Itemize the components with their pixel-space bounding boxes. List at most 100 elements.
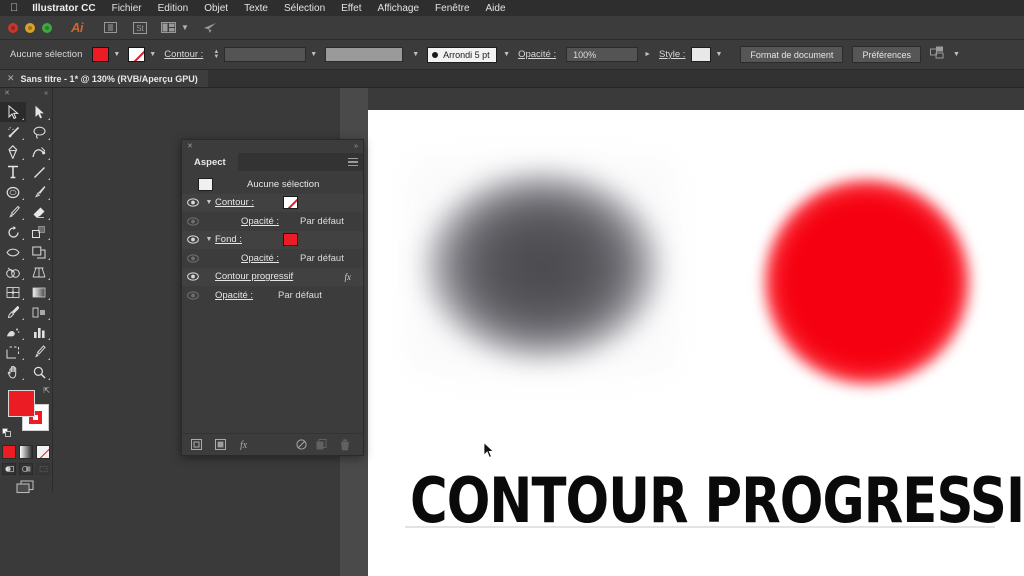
feathered-rectangle-shape[interactable] (405, 155, 680, 377)
symbol-sprayer-tool[interactable] (0, 322, 26, 342)
opacity-options-arrow-icon[interactable]: ► (644, 51, 651, 58)
chevron-down-icon[interactable]: ▼ (149, 51, 156, 58)
appearance-row-feather-effect[interactable]: Contour progressif fx (182, 267, 363, 286)
appearance-row-label[interactable]: Opacité : (241, 253, 279, 264)
window-close-button[interactable] (8, 22, 18, 33)
color-fill-button[interactable] (2, 445, 16, 459)
stroke-profile-field[interactable] (325, 47, 404, 62)
stroke-weight-label[interactable]: Contour : (164, 49, 203, 60)
type-tool[interactable] (0, 162, 26, 182)
chevron-down-icon[interactable]: ▼ (310, 51, 317, 58)
default-fill-stroke-icon[interactable] (2, 428, 11, 437)
draw-inside-button[interactable] (36, 463, 50, 475)
close-icon[interactable]: ✕ (187, 143, 193, 150)
menu-item-texte[interactable]: Texte (244, 3, 268, 14)
eyedropper-tool[interactable] (0, 302, 26, 322)
visibility-eye-icon[interactable] (182, 272, 203, 281)
appearance-row-label[interactable]: Contour progressif (215, 271, 293, 282)
appearance-row-label[interactable]: Contour : (215, 197, 254, 208)
headline-text[interactable]: CONTOUR PROGRESSIF (410, 470, 1024, 532)
add-new-effect-icon[interactable]: fx (239, 439, 252, 450)
rotate-tool[interactable] (0, 222, 26, 242)
stock-icon[interactable]: St (132, 21, 147, 34)
menu-item-effet[interactable]: Effet (341, 3, 361, 14)
duplicate-item-icon[interactable] (316, 439, 327, 450)
appearance-row-label[interactable]: Opacité : (215, 290, 253, 301)
preferences-button[interactable]: Préférences (852, 46, 921, 63)
ellipse-tool[interactable] (0, 182, 26, 202)
double-chevron-icon[interactable]: » (354, 143, 358, 150)
perspective-grid-tool[interactable] (26, 262, 52, 282)
draw-normal-button[interactable] (2, 463, 16, 475)
menu-item-edition[interactable]: Edition (158, 3, 189, 14)
menu-item-objet[interactable]: Objet (204, 3, 228, 14)
feathered-circle-shape[interactable] (765, 180, 969, 384)
panel-menu-icon[interactable] (348, 157, 358, 167)
shape-builder-tool[interactable] (0, 262, 26, 282)
artboard-canvas[interactable]: CONTOUR PROGRESSIF (368, 110, 1024, 576)
clear-appearance-icon[interactable] (296, 439, 307, 450)
stroke-color-swatch[interactable] (283, 196, 298, 210)
brush-definition-field[interactable]: Arrondi 5 pt (427, 46, 498, 63)
chevron-down-icon[interactable]: ▼ (203, 236, 215, 243)
blend-tool[interactable] (26, 302, 52, 322)
document-tab[interactable]: ✕ Sans titre - 1* @ 130% (RVB/Aperçu GPU… (0, 70, 208, 87)
menu-item-affichage[interactable]: Affichage (378, 3, 420, 14)
chevron-down-icon[interactable]: ▼ (715, 51, 722, 58)
slice-tool[interactable] (26, 342, 52, 362)
free-transform-tool[interactable] (26, 242, 52, 262)
scale-tool[interactable] (26, 222, 52, 242)
mesh-tool[interactable] (0, 282, 26, 302)
visibility-eye-icon[interactable] (182, 198, 203, 207)
visibility-eye-icon[interactable] (182, 235, 203, 244)
curvature-tool[interactable] (26, 142, 52, 162)
visibility-eye-icon[interactable] (182, 254, 203, 263)
close-icon[interactable]: ✕ (4, 90, 10, 97)
chevron-down-icon[interactable]: ▼ (412, 51, 419, 58)
draw-behind-button[interactable] (19, 463, 33, 475)
appearance-row-fill-opacity[interactable]: Opacité : Par défaut (182, 249, 363, 268)
menu-item-fenetre[interactable]: Fenêtre (435, 3, 469, 14)
visibility-eye-icon[interactable] (182, 291, 203, 300)
appearance-row-stroke[interactable]: ▼ Contour : (182, 193, 363, 212)
paintbrush-tool[interactable] (26, 182, 52, 202)
window-minimize-button[interactable] (25, 22, 35, 33)
selection-tool[interactable] (0, 102, 26, 122)
delete-item-icon[interactable] (340, 438, 350, 451)
appearance-row-label[interactable]: Fond : (215, 234, 242, 245)
appearance-row-label[interactable]: Opacité : (241, 216, 279, 227)
appearance-row-stroke-opacity[interactable]: Opacité : Par défaut (182, 212, 363, 231)
chevron-down-icon[interactable]: ▼ (953, 51, 960, 58)
document-setup-button[interactable]: Format de document (740, 46, 844, 63)
menu-item-fichier[interactable]: Fichier (112, 3, 142, 14)
change-screen-mode-icon[interactable] (15, 480, 37, 499)
width-tool[interactable] (0, 242, 26, 262)
visibility-eye-icon[interactable] (182, 217, 203, 226)
add-new-stroke-icon[interactable] (191, 439, 202, 450)
eraser-tool[interactable] (26, 202, 52, 222)
window-zoom-button[interactable] (42, 22, 52, 33)
stroke-weight-stepper[interactable]: ▲ ▼ (213, 49, 219, 60)
line-segment-tool[interactable] (26, 162, 52, 182)
artboard-tool[interactable] (0, 342, 26, 362)
align-objects-icon[interactable] (929, 46, 945, 63)
chevron-down-icon[interactable]: ▼ (181, 23, 189, 32)
close-icon[interactable]: ✕ (7, 74, 15, 83)
fill-color-swatch[interactable] (92, 47, 110, 62)
share-icon[interactable] (203, 21, 218, 34)
opacity-label[interactable]: Opacité : (518, 49, 556, 60)
lasso-tool[interactable] (26, 122, 52, 142)
add-new-fill-icon[interactable] (215, 439, 226, 450)
pen-tool[interactable] (0, 142, 26, 162)
gradient-tool[interactable] (26, 282, 52, 302)
magic-wand-tool[interactable] (0, 122, 26, 142)
effect-fx-icon[interactable]: fx (345, 272, 352, 282)
shaper-tool[interactable] (0, 202, 26, 222)
none-fill-button[interactable] (36, 445, 50, 459)
zoom-tool[interactable] (26, 362, 52, 382)
appearance-row-no-selection[interactable]: Aucune sélection (182, 175, 363, 194)
menu-item-selection[interactable]: Sélection (284, 3, 325, 14)
graphic-style-swatch[interactable] (691, 47, 712, 62)
column-graph-tool[interactable] (26, 322, 52, 342)
bridge-icon[interactable] (103, 21, 118, 34)
